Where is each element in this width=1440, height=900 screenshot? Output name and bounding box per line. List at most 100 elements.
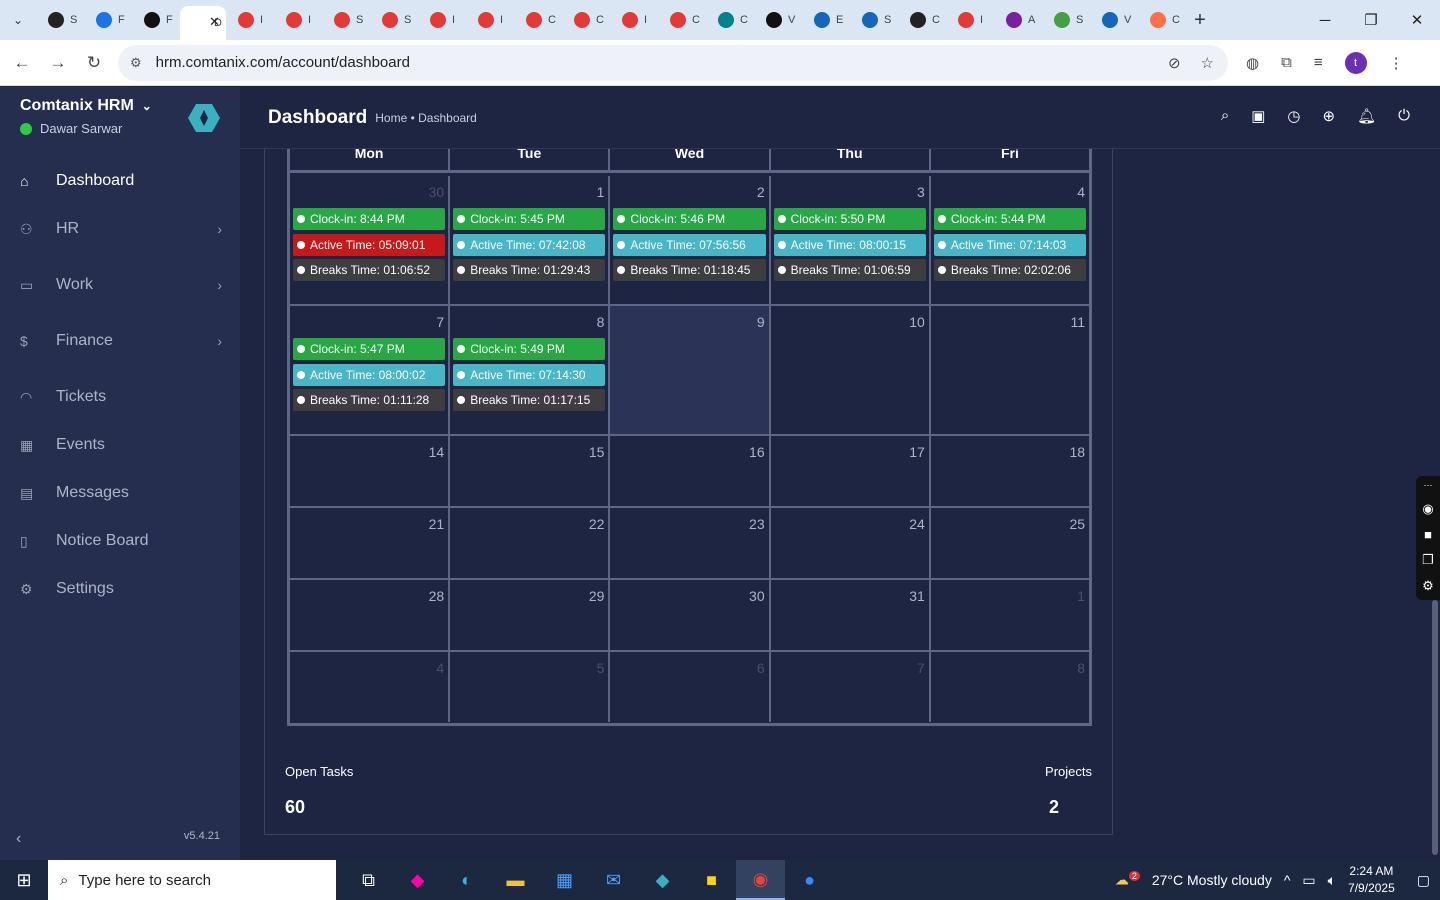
forward-icon[interactable]: → (40, 53, 76, 73)
windows-start-icon[interactable]: ⊞ (0, 870, 48, 891)
browser-tab[interactable]: F (132, 5, 180, 35)
calendar-day-cell[interactable]: 21 (290, 508, 451, 578)
reload-icon[interactable]: ↻ (76, 53, 112, 73)
tab-search-menu-icon[interactable]: ⌄ (0, 0, 36, 40)
calendar-event[interactable]: Active Time: 07:14:03 (933, 234, 1087, 256)
sticky-notes-icon[interactable]: ■ (687, 860, 736, 900)
browser-tab[interactable]: C (1138, 5, 1186, 35)
chevron-up-icon[interactable]: ^ (1284, 872, 1291, 888)
close-window-icon[interactable]: ✕ (1394, 0, 1440, 40)
calendar-event[interactable]: Clock-in: 5:47 PM (293, 338, 446, 360)
browser-tab[interactable]: S (370, 5, 418, 35)
copilot-icon[interactable]: ◆ (393, 860, 442, 900)
close-tab-icon[interactable]: ✕ (209, 14, 220, 30)
sidebar-item-notice-board[interactable]: ▯ Notice Board (0, 517, 240, 565)
projects-value[interactable]: 2 (1049, 797, 1059, 818)
calendar-event[interactable]: Active Time: 08:00:02 (293, 364, 446, 386)
address-bar[interactable]: ⚙ hrm.comtanix.com/account/dashboard ⊘ ☆ (118, 44, 1228, 81)
calendar-event[interactable]: Breaks Time: 01:29:43 (453, 259, 606, 281)
notes-icon[interactable]: ▣ (1251, 107, 1265, 125)
task-view-icon[interactable]: ⧉ (344, 860, 393, 900)
store-icon[interactable]: ▦ (540, 860, 589, 900)
calendar-event[interactable]: Breaks Time: 01:18:45 (613, 259, 766, 281)
sidebar-item-messages[interactable]: ▤ Messages (0, 469, 240, 517)
gear-icon[interactable]: ⚙ (1422, 578, 1434, 594)
calendar-day-cell[interactable]: 16 (610, 436, 771, 506)
calendar-day-cell[interactable]: 29 (450, 580, 611, 650)
calendar-day-cell[interactable]: 7 (771, 652, 931, 722)
calendar-day-cell[interactable]: 24 (771, 508, 931, 578)
calendar-day-cell[interactable]: 1 Clock-in: 5:45 PM Active Time: 07:42:08 B… (450, 176, 611, 304)
brand-switcher[interactable]: Comtanix HRM ⌄ (20, 97, 152, 115)
sidebar-item-finance[interactable]: $ Finance › (0, 317, 240, 365)
weather-text[interactable]: 27°C Mostly cloudy (1152, 872, 1272, 888)
calendar-event[interactable]: Active Time: 07:56:56 (613, 234, 766, 256)
calendar-event[interactable]: Active Time: 07:42:08 (453, 234, 606, 256)
profile-avatar[interactable]: t (1344, 51, 1367, 74)
browser-tab[interactable]: C (658, 5, 706, 35)
browser-tab[interactable]: E (802, 5, 850, 35)
chrome-icon[interactable]: ◉ (736, 860, 785, 900)
translate-icon[interactable]: ◍ (1246, 54, 1259, 72)
bell-icon[interactable]: 🔔︎ (1357, 107, 1376, 125)
browser-tab[interactable]: I (418, 5, 466, 35)
calendar-day-cell[interactable]: 1 (931, 580, 1089, 650)
clock-icon[interactable]: ◷ (1287, 107, 1300, 125)
browser-tab[interactable]: I (226, 5, 274, 35)
tracking-off-icon[interactable]: ⊘ (1168, 54, 1181, 72)
calendar-day-cell[interactable]: 31 (771, 580, 931, 650)
browser-tab[interactable]: F (84, 5, 132, 35)
browser-tab[interactable]: V (754, 5, 802, 35)
calendar-day-cell[interactable]: 15 (450, 436, 611, 506)
collapse-sidebar-icon[interactable]: ‹ (16, 830, 21, 848)
calendar-event[interactable]: Breaks Time: 01:06:59 (773, 259, 926, 281)
calendar-day-cell[interactable]: 14 (290, 436, 451, 506)
extensions-icon[interactable]: ⧉ (1281, 54, 1292, 71)
browser-menu-icon[interactable]: ⋮ (1389, 54, 1404, 72)
mail-icon[interactable]: ✉ (589, 860, 638, 900)
browser-tab[interactable]: D ✕ (180, 6, 226, 40)
site-info-icon[interactable]: ⚙ (130, 55, 142, 71)
calendar-day-cell[interactable]: 28 (290, 580, 451, 650)
calendar-day-cell[interactable]: 18 (931, 436, 1089, 506)
calendar-day-cell[interactable]: 3 Clock-in: 5:50 PM Active Time: 08:00:15 B… (771, 176, 931, 304)
calendar-day-cell[interactable]: 23 (610, 508, 771, 578)
sidebar-item-dashboard[interactable]: ⌂ Dashboard (0, 157, 240, 205)
sidebar-item-tickets[interactable]: ◠ Tickets (0, 373, 240, 421)
hrm-app-icon[interactable]: ◆ (638, 860, 687, 900)
sidebar-item-work[interactable]: ▭ Work › (0, 261, 240, 309)
media-control-icon[interactable]: ≡ (1314, 54, 1323, 71)
browser-tab[interactable]: V (1090, 5, 1138, 35)
browser-tab[interactable]: S (1042, 5, 1090, 35)
power-icon[interactable]: ⏻ (1398, 107, 1410, 125)
weather-icon[interactable]: ☁ 2 (1115, 871, 1140, 889)
calendar-event[interactable]: Clock-in: 8:44 PM (293, 208, 446, 230)
calendar-event[interactable]: Clock-in: 5:49 PM (453, 338, 606, 360)
calendar-event[interactable]: Clock-in: 5:50 PM (773, 208, 926, 230)
browser-tab[interactable]: I (274, 5, 322, 35)
calendar-day-cell[interactable]: 11 (931, 306, 1089, 434)
calendar-day-cell[interactable]: 2 Clock-in: 5:46 PM Active Time: 07:56:56 B… (610, 176, 771, 304)
bookmark-star-icon[interactable]: ☆ (1201, 54, 1214, 72)
open-tasks-value[interactable]: 60 (285, 797, 305, 818)
calendar-event[interactable]: Active Time: 08:00:15 (773, 234, 926, 256)
taskbar-clock[interactable]: 2:24 AM 7/9/2025 (1348, 863, 1395, 897)
taskbar-search[interactable]: ⌕ Type here to search (48, 860, 336, 900)
zoom-icon[interactable]: ● (785, 860, 834, 900)
browser-tab[interactable]: C (562, 5, 610, 35)
calendar-event[interactable]: Breaks Time: 01:11:28 (293, 389, 446, 411)
calendar-event[interactable]: Breaks Time: 01:06:52 (293, 259, 446, 281)
calendar-event[interactable]: Clock-in: 5:46 PM (613, 208, 766, 230)
browser-tab[interactable]: I (466, 5, 514, 35)
network-icon[interactable]: ▭ (1302, 872, 1315, 889)
browser-tab[interactable]: I (610, 5, 658, 35)
calendar-day-cell[interactable]: 7 Clock-in: 5:47 PM Active Time: 08:00:02 B… (290, 306, 451, 434)
edge-icon[interactable]: ◐ (442, 860, 491, 900)
add-circle-icon[interactable]: ⊕ (1323, 107, 1336, 125)
browser-tab[interactable]: S (850, 5, 898, 35)
calendar-event[interactable]: Clock-in: 5:44 PM (933, 208, 1087, 230)
calendar-day-cell[interactable]: 30 Clock-in: 8:44 PM Active Time: 05:09:01… (290, 176, 451, 304)
sidebar-item-hr[interactable]: ⚇ HR › (0, 205, 240, 253)
link-more-icon[interactable]: ⋯ (1424, 480, 1433, 491)
calendar-day-cell[interactable]: 30 (610, 580, 771, 650)
